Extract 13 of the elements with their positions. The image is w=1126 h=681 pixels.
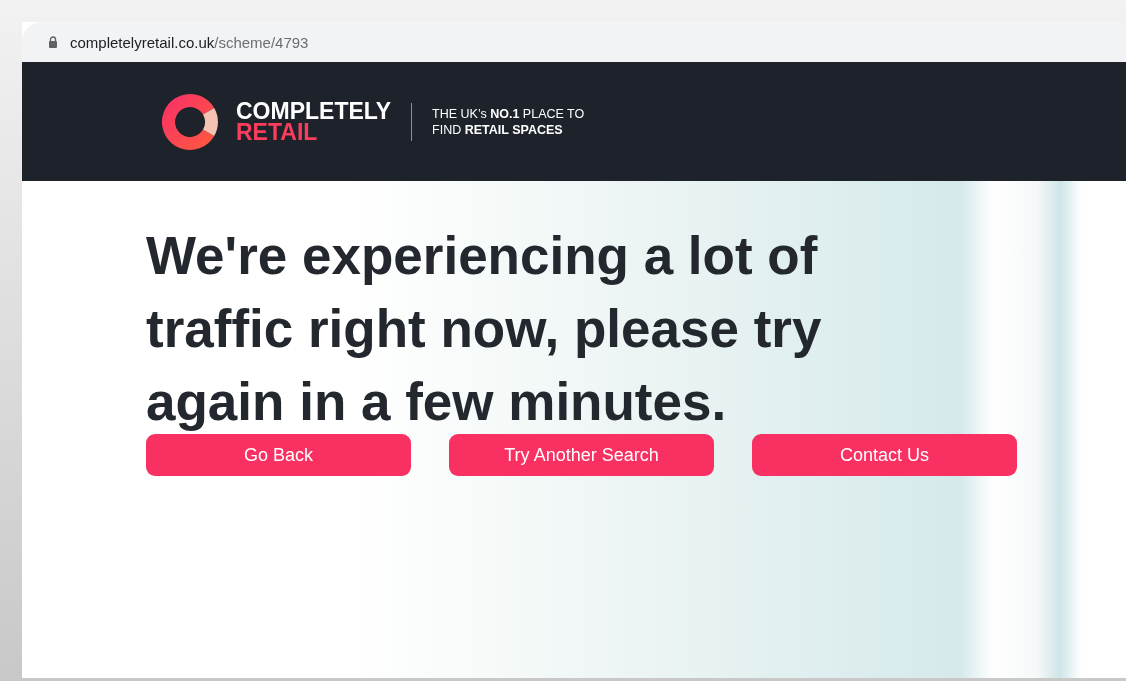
error-message: We're experiencing a lot of traffic right now, please try again in a few minutes. xyxy=(146,225,823,433)
lock-icon xyxy=(48,36,58,48)
logo-wordmark-bottom: RETAIL xyxy=(236,121,318,143)
action-button[interactable]: Try Another Search xyxy=(449,434,714,476)
tagline: THE UK’s NO.1 PLACE TO xyxy=(432,105,585,122)
tagline: FIND RETAIL SPACES xyxy=(432,121,564,138)
action-button[interactable]: Go Back xyxy=(146,434,411,476)
logo-wordmark-top: COMPLETELY xyxy=(236,100,392,122)
action-button[interactable]: Contact Us xyxy=(752,434,1017,476)
logo-ring-icon xyxy=(160,91,220,152)
url-domain: completelyretail.co.uk xyxy=(70,33,215,51)
url-path: /scheme/4793 xyxy=(214,33,309,51)
address-bar[interactable]: completelyretail.co.uk/scheme/4793 xyxy=(22,22,1126,62)
